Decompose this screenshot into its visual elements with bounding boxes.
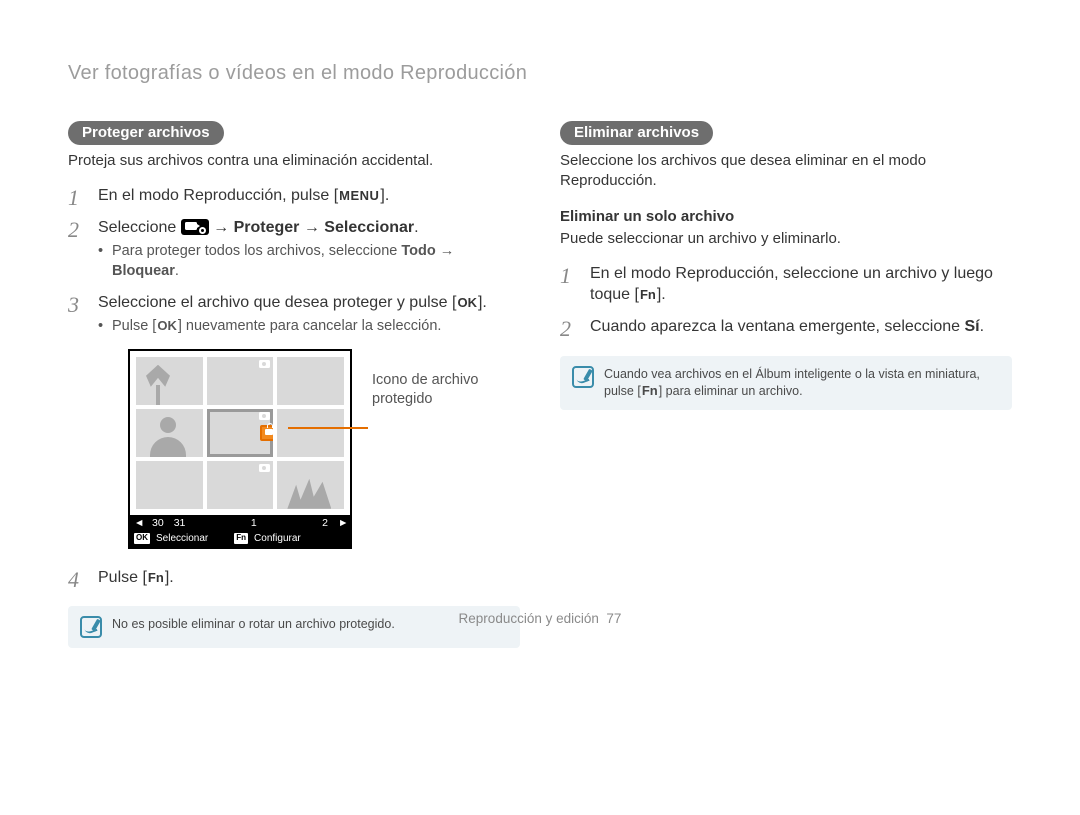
step-2-b2: Seleccionar (324, 219, 414, 236)
steps-delete: En el modo Reproducción, seleccione un a… (560, 263, 1012, 338)
step-4-post: ]. (165, 569, 174, 586)
step-2-sub-bold: Todo (401, 243, 435, 259)
step-2-sub-post: . (175, 263, 179, 279)
date-2: 2 (322, 516, 328, 530)
step-2-sub: Para proteger todos los archivos, selecc… (98, 242, 520, 281)
footer-section: Reproducción y edición (459, 611, 599, 626)
col-left: Proteger archivos Proteja sus archivos c… (68, 121, 520, 648)
screenshot-wrap: ◄ 30 31 1 2 ► OK (128, 349, 352, 549)
step-3-sub-item: Pulse [OK] nuevamente para cancelar la s… (98, 317, 520, 337)
lock-icon (260, 425, 273, 441)
camera-screen: ◄ 30 31 1 2 ► OK (128, 349, 352, 549)
step-2-arrow: → (209, 219, 234, 236)
page-footer: Reproducción y edición 77 (0, 611, 1080, 626)
thumb-3 (277, 357, 344, 405)
step-3-post: ]. (478, 294, 487, 311)
action-bar: OK Seleccionar Fn Configurar (130, 531, 350, 547)
h4-sub: Puede seleccionar un archivo y eliminarl… (560, 229, 1012, 249)
step-3: Seleccione el archivo que desea proteger… (68, 292, 520, 549)
rstep-2-bold: Sí (964, 318, 979, 335)
date-30: 30 (152, 516, 164, 530)
step-2-sub-text: Para proteger todos los archivos, selecc… (112, 243, 401, 259)
print-icon-2 (259, 412, 270, 420)
ok-key-2: OK (156, 317, 178, 335)
thumb-1 (136, 357, 203, 405)
pill-delete: Eliminar archivos (560, 121, 713, 145)
date-31: 31 (174, 516, 186, 530)
date-bar: ◄ 30 31 1 2 ► (130, 515, 350, 531)
step-4: Pulse [Fn]. (68, 567, 520, 589)
step-2-pre: Seleccione (98, 219, 181, 236)
callout-line (288, 427, 368, 429)
step-2-arrow2: → (299, 219, 324, 236)
thumb-5-selected (207, 409, 274, 457)
step-1-pre: En el modo Reproducción, pulse [ (98, 187, 338, 204)
step-2-sub-bold2: Bloquear (112, 263, 175, 279)
play-settings-icon (181, 219, 209, 235)
columns: Proteger archivos Proteja sus archivos c… (68, 121, 1012, 648)
note-delete: Cuando vea archivos en el Álbum intelige… (560, 356, 1012, 411)
fn-key: Fn (147, 569, 165, 587)
step-1: En el modo Reproducción, pulse [MENU]. (68, 185, 520, 207)
manual-page: Ver fotografías o vídeos en el modo Repr… (0, 0, 1080, 648)
ok-key: OK (456, 294, 478, 312)
footer-page: 77 (606, 611, 621, 626)
thumb-9 (277, 461, 344, 509)
screenshot-block: ◄ 30 31 1 2 ► OK (128, 349, 520, 549)
thumb-7 (136, 461, 203, 509)
col-right: Eliminar archivos Seleccione los archivo… (560, 121, 1012, 648)
note-delete-text: Cuando vea archivos en el Álbum intelige… (604, 366, 1000, 401)
step-4-pre: Pulse [ (98, 569, 147, 586)
step-3-sub-post: ] nuevamente para cancelar la selección. (178, 318, 442, 334)
step-3-text: Seleccione el archivo que desea proteger… (98, 294, 456, 311)
page-title: Ver fotografías o vídeos en el modo Repr… (68, 62, 1012, 85)
h4-delete-one: Eliminar un solo archivo (560, 208, 1012, 225)
step-2: Seleccione → Proteger → Seleccionar. Par… (68, 217, 520, 282)
thumb-2 (207, 357, 274, 405)
rstep-1-post: ]. (657, 286, 666, 303)
print-icon-3 (259, 464, 270, 472)
pill-protect: Proteger archivos (68, 121, 224, 145)
step-2-sub-arrow: → (436, 243, 455, 259)
note-delete-post: ] para eliminar un archivo. (659, 384, 803, 398)
step-1-post: ]. (380, 187, 389, 204)
step-2-sub-item: Para proteger todos los archivos, selecc… (98, 242, 520, 281)
thumb-6 (277, 409, 344, 457)
step-2-b1: Proteger (234, 219, 300, 236)
callout-label: Icono de archivo protegido (372, 349, 520, 409)
ab-ok-key: OK (134, 533, 150, 544)
thumb-grid (130, 351, 350, 515)
next-arrow-icon: ► (338, 516, 346, 530)
prev-arrow-icon: ◄ (134, 516, 142, 530)
ab-fn-key: Fn (234, 533, 248, 544)
fn-key-note: Fn (641, 382, 659, 400)
fn-key-r1: Fn (639, 286, 657, 304)
menu-key: MENU (338, 187, 380, 205)
ab-fn-label: Configurar (254, 532, 301, 546)
step-2-post: . (414, 219, 418, 236)
date-1: 1 (251, 516, 257, 530)
intro-delete: Seleccione los archivos que desea elimin… (560, 151, 1012, 192)
thumb-8 (207, 461, 274, 509)
rstep-2-pre: Cuando aparezca la ventana emergente, se… (590, 318, 964, 335)
rstep-2: Cuando aparezca la ventana emergente, se… (560, 316, 1012, 338)
steps-protect: En el modo Reproducción, pulse [MENU]. S… (68, 185, 520, 588)
intro-protect: Proteja sus archivos contra una eliminac… (68, 151, 520, 171)
step-3-sub: Pulse [OK] nuevamente para cancelar la s… (98, 317, 520, 337)
thumb-4 (136, 409, 203, 457)
rstep-1: En el modo Reproducción, seleccione un a… (560, 263, 1012, 306)
step-3-sub-pre: Pulse [ (112, 318, 156, 334)
note-icon-2 (572, 366, 594, 388)
ab-ok-label: Seleccionar (156, 532, 208, 546)
print-icon (259, 360, 270, 368)
rstep-2-post: . (980, 318, 984, 335)
